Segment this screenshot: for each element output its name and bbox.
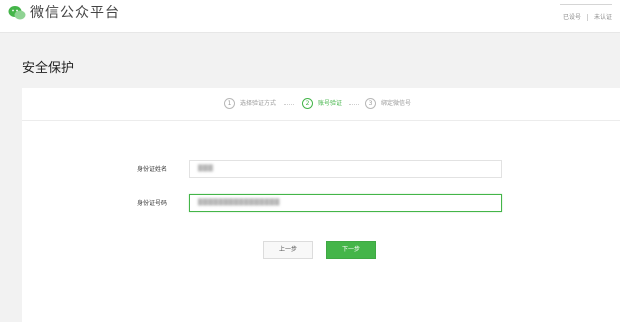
step-indicator: 1 选择验证方式 2 账号验证 3 绑定微信号 xyxy=(22,88,620,121)
step-number: 3 xyxy=(365,98,376,109)
step-number: 1 xyxy=(224,98,235,109)
top-header: 微信公众平台 已设号 未认证 xyxy=(0,0,620,33)
brand-name[interactable]: 微信公众平台 xyxy=(30,4,120,22)
step-label: 账号验证 xyxy=(318,100,343,107)
id-number-value: ████████████████ xyxy=(198,199,280,206)
id-name-label: 身份证姓名 xyxy=(137,166,168,173)
step-connector xyxy=(349,104,359,105)
account-links: 已设号 未认证 xyxy=(563,12,612,21)
step-number: 2 xyxy=(302,98,313,109)
id-number-label: 身份证号码 xyxy=(137,200,168,207)
account-link[interactable]: 已设号 xyxy=(563,14,581,21)
verify-link[interactable]: 未认证 xyxy=(594,14,612,21)
step-label: 绑定微信号 xyxy=(381,100,412,107)
id-name-input[interactable]: ███ xyxy=(189,160,502,178)
step-select-method: 1 选择验证方式 xyxy=(224,98,276,110)
id-name-value: ███ xyxy=(198,165,214,172)
id-number-input[interactable]: ████████████████ xyxy=(189,194,502,212)
step-account-verify: 2 账号验证 xyxy=(302,98,342,110)
step-connector xyxy=(284,104,294,105)
link-divider xyxy=(586,14,588,21)
top-divider xyxy=(560,4,612,5)
previous-step-button[interactable]: 上一步 xyxy=(263,241,313,259)
step-bind-wechat: 3 绑定微信号 xyxy=(365,98,411,110)
wechat-logo-icon[interactable] xyxy=(8,5,26,21)
next-step-button[interactable]: 下一步 xyxy=(326,241,376,259)
page-title: 安全保护 xyxy=(22,60,75,76)
verification-panel: 1 选择验证方式 2 账号验证 3 绑定微信号 身份证姓名 ███ 身份证号码 ███… xyxy=(22,88,620,322)
step-label: 选择验证方式 xyxy=(240,100,277,107)
